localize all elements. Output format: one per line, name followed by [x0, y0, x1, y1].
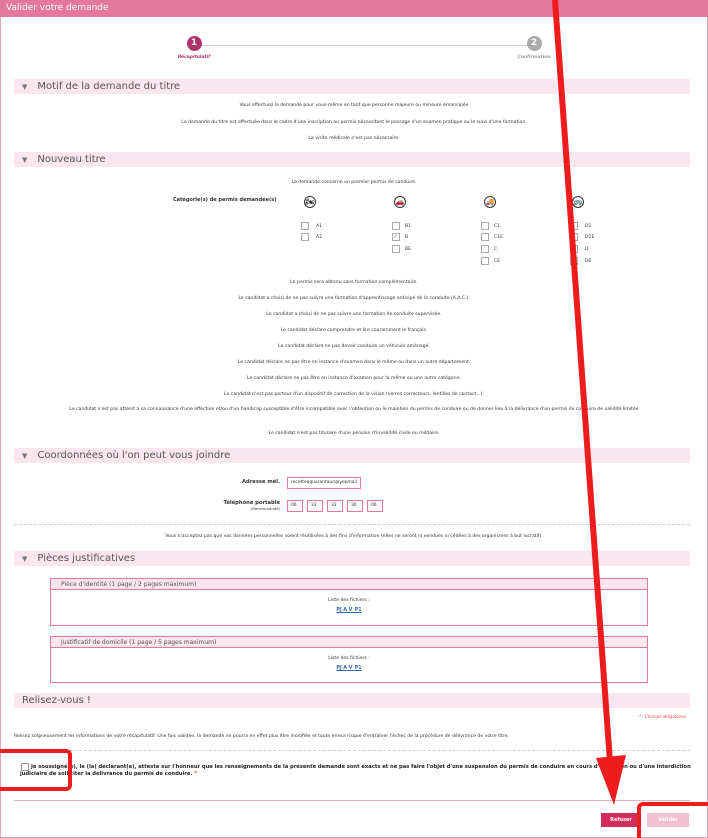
step-recapitulatif: 1 Récapitulatif: [154, 36, 234, 60]
categories-label: Catégorie(s) de permis demandée(s): [173, 197, 277, 203]
checkbox-be[interactable]: [392, 245, 400, 253]
arrow-head: [596, 755, 626, 805]
annotation-highlight-consent: [0, 749, 72, 791]
checkbox-a1[interactable]: [301, 222, 309, 230]
annotation-highlight-validate: [637, 802, 708, 838]
truck-icon: 🚚: [484, 196, 496, 208]
phone-label-sub: (Recommandé): [250, 506, 280, 511]
checkbox-c1e[interactable]: [481, 233, 489, 241]
category-code: C1E: [494, 235, 504, 240]
motorcycle-icon: 🏍: [304, 196, 316, 208]
chevron-down-icon: ▼: [22, 83, 28, 91]
step-label: Récapitulatif: [177, 55, 211, 60]
step-number: 1: [186, 36, 202, 51]
chevron-down-icon: ▼: [22, 452, 28, 460]
email-field[interactable]: recetteqquarantaun@yopmail: [287, 477, 361, 489]
arrow-shaft: [552, 0, 613, 763]
category-code: C: [494, 247, 498, 252]
section-title: Nouveau titre: [37, 154, 106, 165]
category-code: A1: [316, 224, 323, 229]
category-code: A2: [316, 235, 323, 240]
checkbox-b1[interactable]: [392, 222, 400, 230]
phone-field-2[interactable]: 33: [307, 500, 323, 512]
phone-field-5[interactable]: 06: [367, 500, 383, 512]
refuse-button[interactable]: Refuser: [601, 813, 641, 827]
section-title: Coordonnées où l'on peut vous joindre: [37, 450, 231, 461]
phone-field-3[interactable]: 33: [327, 500, 343, 512]
email-label: Adresse mél.: [242, 479, 280, 485]
checkbox-a2[interactable]: [301, 233, 309, 241]
annotation-arrow-icon: [552, 0, 626, 805]
car-icon: 🚗: [394, 196, 406, 208]
required-note: * : Champs obligatoires: [639, 714, 686, 719]
phone-label: Téléphone portable (Recommandé): [200, 500, 280, 511]
section-title: Relisez-vous !: [22, 695, 91, 706]
checkbox-b[interactable]: ✓: [392, 233, 400, 241]
category-code: BE: [405, 247, 412, 252]
section-title: Pièces justificatives: [37, 553, 136, 564]
chevron-down-icon: ▼: [22, 555, 28, 563]
checkbox-ce[interactable]: [481, 257, 489, 265]
category-code: B1: [405, 224, 412, 229]
phone-field-4[interactable]: 30: [347, 500, 363, 512]
category-code: C1: [494, 224, 501, 229]
required-star: *: [194, 771, 197, 777]
category-code: CE: [494, 259, 501, 264]
phone-field-1[interactable]: 06: [287, 500, 303, 512]
category-code: B: [405, 235, 409, 240]
checkbox-c1[interactable]: [481, 222, 489, 230]
checkbox-c[interactable]: [481, 245, 489, 253]
stepper-line: [194, 45, 534, 46]
section-title: Motif de la demande du titre: [37, 81, 181, 92]
chevron-down-icon: ▼: [22, 156, 28, 164]
